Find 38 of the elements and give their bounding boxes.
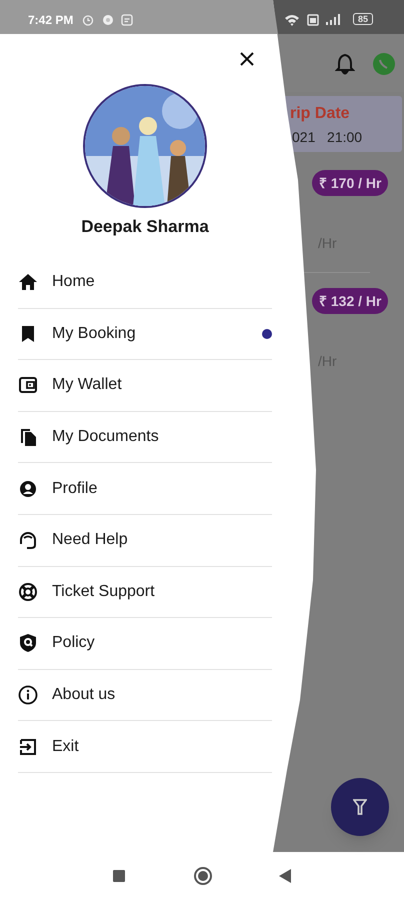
wallet-icon <box>18 375 38 396</box>
home-nav-icon[interactable] <box>193 866 213 886</box>
menu-item[interactable]: Need Help <box>18 514 272 567</box>
info-icon <box>18 685 38 706</box>
user-name: Deepak Sharma <box>80 216 210 238</box>
menu-item[interactable]: My Booking <box>18 308 272 360</box>
profile-icon <box>18 478 38 499</box>
home-icon <box>18 272 38 292</box>
status-time: 7:42 PM <box>28 13 74 27</box>
menu-item[interactable]: About us <box>18 670 272 722</box>
wifi-icon <box>284 14 300 26</box>
back-icon[interactable] <box>279 869 291 883</box>
chat-icon <box>372 52 396 76</box>
signal-icon <box>325 13 341 26</box>
bell-icon <box>335 53 355 75</box>
rate-badge: ₹ 170 / Hr <box>312 170 388 196</box>
gear-icon <box>102 14 114 26</box>
alarm-icon <box>82 14 94 26</box>
documents-icon <box>18 427 38 448</box>
sim-icon <box>307 14 319 26</box>
menu-item[interactable]: Policy <box>18 618 272 670</box>
message-icon <box>121 14 133 26</box>
exit-icon <box>18 736 38 757</box>
close-icon <box>240 52 254 66</box>
menu-item[interactable]: Profile <box>18 463 272 515</box>
rate-badge: ₹ 132 / Hr <box>312 288 388 314</box>
battery-level: 85 <box>353 13 374 25</box>
menu-item[interactable]: Ticket Support <box>18 566 272 618</box>
menu-item[interactable]: Exit <box>18 721 272 773</box>
filter-icon <box>353 799 367 815</box>
trip-date-time: 021 21:00 <box>292 128 362 147</box>
trip-date-label: rip Date <box>290 104 350 124</box>
headset-icon <box>18 530 38 550</box>
lifebuoy-icon <box>18 582 38 602</box>
shield-icon <box>18 633 38 654</box>
menu-item[interactable]: My Documents <box>18 412 272 464</box>
menu-item[interactable]: Home <box>18 257 272 309</box>
menu-item[interactable]: My Wallet <box>18 360 272 412</box>
